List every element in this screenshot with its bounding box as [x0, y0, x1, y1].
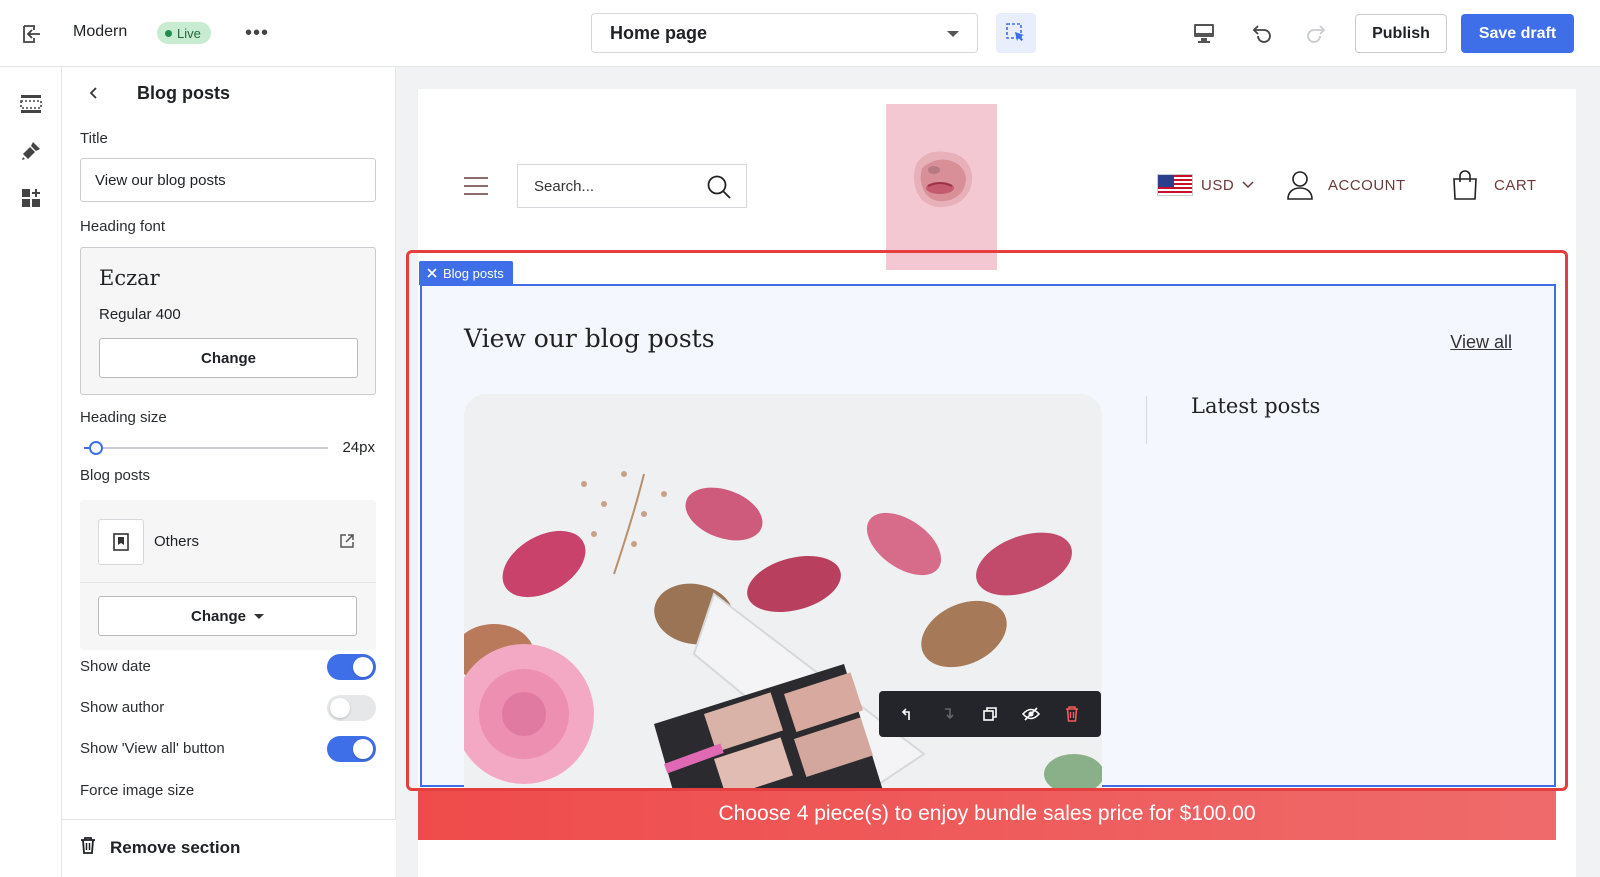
section-settings-panel: Blog posts Title Heading font Eczar Regu…: [62, 67, 396, 877]
show-author-label: Show author: [80, 699, 165, 716]
slider-thumb[interactable]: [89, 441, 104, 455]
publish-button[interactable]: Publish: [1355, 14, 1447, 53]
external-link-icon[interactable]: [336, 530, 358, 552]
show-date-toggle[interactable]: [327, 654, 376, 680]
blog-picker: Others Change: [80, 500, 376, 650]
chevron-down-icon: [1242, 181, 1254, 189]
font-name: Eczar: [99, 266, 160, 290]
close-icon[interactable]: [427, 268, 437, 278]
blog-change-button[interactable]: Change: [98, 596, 357, 636]
live-dot-icon: [165, 29, 172, 37]
title-label: Title: [80, 130, 108, 147]
currency-selector[interactable]: USD: [1157, 174, 1254, 196]
heading-font-label: Heading font: [80, 218, 166, 235]
store-preview: Search... USD ACCOUNT CART Blog posts Vi…: [418, 89, 1576, 877]
show-date-label: Show date: [80, 658, 151, 675]
show-view-all-label: Show 'View all' button: [80, 740, 225, 757]
account-link[interactable]: ACCOUNT: [1286, 170, 1406, 200]
section-tag-label: Blog posts: [443, 265, 504, 281]
toggle-knob: [330, 698, 350, 718]
save-draft-button[interactable]: Save draft: [1461, 14, 1574, 53]
toggle-row-show-author: Show author: [80, 695, 376, 721]
toggle-knob: [353, 657, 373, 677]
view-all-link[interactable]: View all: [1450, 332, 1512, 353]
cart-link[interactable]: CART: [1452, 170, 1537, 200]
store-logo[interactable]: [886, 104, 997, 270]
menu-icon[interactable]: [462, 172, 490, 200]
remove-section-button[interactable]: Remove section: [80, 836, 240, 859]
exit-icon[interactable]: [18, 20, 46, 48]
search-icon: [707, 175, 731, 199]
heading-font-picker: Eczar Regular 400 Change: [80, 247, 376, 395]
force-image-size-label: Force image size: [80, 782, 195, 799]
block-toolbar: [879, 691, 1101, 737]
divider: [80, 582, 376, 583]
cart-label: CART: [1494, 176, 1537, 194]
heading-size-value: 24px: [342, 439, 375, 456]
heading-size-slider[interactable]: [84, 441, 328, 455]
duplicate-icon[interactable]: [975, 699, 1005, 729]
blog-name: Others: [154, 533, 200, 550]
promo-bar[interactable]: Choose 4 piece(s) to enjoy bundle sales …: [418, 788, 1556, 840]
font-change-button[interactable]: Change: [99, 338, 358, 378]
theme-styles-icon[interactable]: [17, 137, 45, 165]
us-flag-icon: [1157, 174, 1193, 196]
bag-icon: [1453, 170, 1477, 200]
caret-down-icon: [254, 613, 264, 619]
preview-canvas: Search... USD ACCOUNT CART Blog posts Vi…: [396, 67, 1600, 877]
trash-icon: [80, 836, 96, 859]
account-label: ACCOUNT: [1328, 176, 1406, 194]
editor-topbar: Modern Live ••• Home page Publish Save d…: [0, 0, 1600, 67]
hide-icon[interactable]: [1016, 699, 1046, 729]
blog-posts-section[interactable]: View our blog posts View all Latest post…: [420, 284, 1556, 794]
panel-title: Blog posts: [137, 83, 230, 103]
title-input[interactable]: [80, 158, 376, 202]
redo-icon[interactable]: [1302, 19, 1330, 47]
move-down-icon[interactable]: [934, 699, 964, 729]
store-search[interactable]: Search...: [517, 164, 747, 208]
remove-section-label: Remove section: [110, 837, 241, 857]
bookmark-icon: [98, 519, 144, 565]
chevron-down-icon: [947, 31, 959, 37]
latest-posts-heading: Latest posts: [1191, 394, 1321, 418]
page-select-label: Home page: [610, 22, 708, 43]
theme-name: Modern: [73, 23, 128, 40]
heading-size-label: Heading size: [80, 409, 167, 426]
show-author-toggle[interactable]: [327, 695, 376, 721]
toggle-row-show-view-all: Show 'View all' button: [80, 736, 376, 762]
live-badge: Live: [157, 22, 211, 44]
page-select[interactable]: Home page: [591, 13, 978, 53]
apps-icon[interactable]: [17, 184, 45, 212]
panel-footer: Remove section: [62, 819, 396, 877]
back-chevron-icon[interactable]: [82, 81, 106, 105]
sections-icon[interactable]: [17, 90, 45, 118]
show-view-all-toggle[interactable]: [327, 736, 376, 762]
section-heading: View our blog posts: [464, 324, 715, 353]
toggle-row-show-date: Show date: [80, 654, 376, 680]
divider: [1146, 396, 1147, 444]
section-tag[interactable]: Blog posts: [419, 261, 513, 285]
toggle-knob: [353, 739, 373, 759]
user-icon: [1287, 171, 1313, 200]
more-actions-icon[interactable]: •••: [244, 20, 270, 46]
font-weight: Regular 400: [99, 306, 181, 323]
left-rail: [0, 67, 62, 877]
blog-posts-label: Blog posts: [80, 467, 151, 484]
search-placeholder: Search...: [534, 178, 595, 195]
live-badge-label: Live: [177, 25, 201, 41]
blog-change-label: Change: [190, 607, 246, 625]
delete-icon[interactable]: [1057, 699, 1087, 729]
desktop-icon[interactable]: [1190, 19, 1218, 47]
currency-label: USD: [1201, 176, 1235, 194]
inspector-icon[interactable]: [996, 13, 1036, 53]
logo-lips-image: [886, 104, 997, 270]
undo-icon[interactable]: [1248, 19, 1276, 47]
move-up-icon[interactable]: [893, 699, 923, 729]
